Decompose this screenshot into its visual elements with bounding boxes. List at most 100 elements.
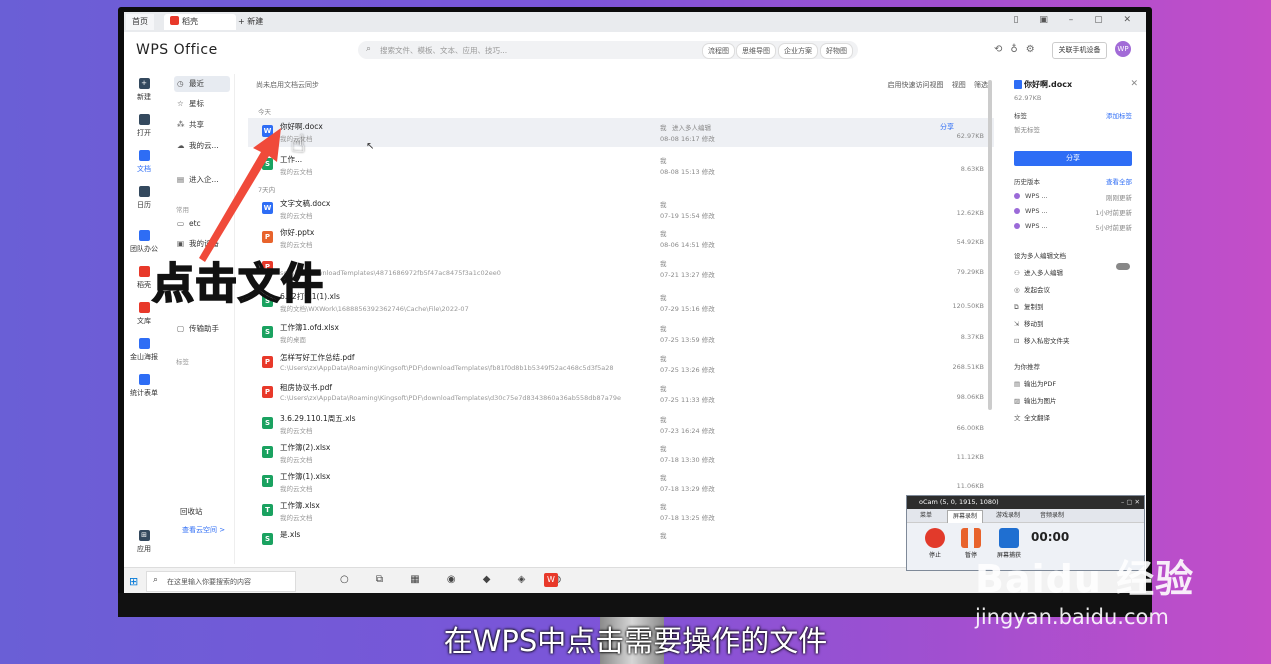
- close-icon[interactable]: ✕: [1130, 79, 1138, 89]
- pill-solution[interactable]: 企业方案: [778, 43, 818, 59]
- wps-taskbar-icon[interactable]: W: [544, 573, 558, 587]
- move-private[interactable]: ⊡ 移入私密文件夹: [1014, 335, 1070, 345]
- rail-docs[interactable]: 文档: [124, 150, 164, 174]
- rail-open[interactable]: 打开: [124, 114, 164, 138]
- no-tag-text: 暂无标签: [1014, 126, 1040, 134]
- quick-view-toggle[interactable]: 启用快速访问视图: [888, 81, 944, 89]
- recycle-bin[interactable]: 回收站: [180, 506, 203, 517]
- taskbar-search[interactable]: ⌕ 在这里输入你要搜索的内容: [146, 571, 296, 592]
- view-button[interactable]: 视图: [952, 81, 966, 89]
- rail-apps[interactable]: ⊞ 应用: [124, 530, 164, 554]
- filter-button[interactable]: 筛选: [974, 81, 988, 89]
- copy-to[interactable]: ⧉ 复制到: [1014, 301, 1044, 312]
- cloud-space-link[interactable]: 查看云空间 >: [182, 525, 225, 535]
- sync-hint[interactable]: 尚未启用文档云同步: [256, 80, 319, 90]
- export-image[interactable]: ▨ 输出为图片: [1014, 395, 1057, 405]
- start-meeting[interactable]: ◎ 发起会议: [1014, 284, 1050, 294]
- list-scrollbar[interactable]: [988, 80, 992, 410]
- file-row[interactable]: P 租房协议书.pdf C:\Users\zx\AppData\Roaming\Ki…: [248, 379, 994, 408]
- windows-start-icon[interactable]: ⊞: [129, 575, 138, 588]
- avatar[interactable]: WP: [1115, 41, 1131, 57]
- pill-goods[interactable]: 好物图: [820, 43, 853, 59]
- pill-flowchart[interactable]: 流程图: [702, 43, 735, 59]
- version-row[interactable]: WPS ... 1小时前更新: [1014, 207, 1132, 219]
- file-row[interactable]: S 是.xls 我: [248, 526, 994, 555]
- detail-title: 你好啊.docx: [1024, 80, 1073, 89]
- ocam-tab-menu[interactable]: 菜单: [915, 510, 937, 522]
- file-row[interactable]: T 工作簿(2).xlsx 我的云文档 我 07-18 13:30 修改 11.12KB: [248, 439, 994, 468]
- file-date: 07-25 13:26 修改: [660, 366, 715, 374]
- file-row[interactable]: Psoft\PDF\downloadTemplates\4871686972fb…: [248, 254, 994, 283]
- multi-edit-toggle[interactable]: [1116, 263, 1130, 270]
- version-row[interactable]: WPS ... 5小时前更新: [1014, 222, 1132, 234]
- cloud-icon: ☁: [177, 141, 185, 150]
- rail-poster[interactable]: 金山海报: [124, 338, 164, 362]
- file-row[interactable]: S 工作... 我的云文档我 08-08 15:13 修改 8.63KB: [248, 151, 994, 180]
- file-name[interactable]: 工作簿(2).xlsx: [280, 442, 330, 453]
- file-size: 11.12KB: [956, 453, 984, 461]
- close-icon[interactable]: – ▢ ✕: [1121, 496, 1140, 509]
- tab-docer[interactable]: 稻壳: [164, 14, 236, 30]
- taskbar-apps[interactable]: ○ ⧉ ▦ ◉ ◆ ◈ ◍: [340, 574, 573, 585]
- file-name[interactable]: 怎样写好工作总结.pdf: [280, 352, 355, 363]
- baidu-watermark: Baidu 经验 jingyan.baidu.com: [975, 548, 1194, 629]
- ocam-stop-button[interactable]: 停止: [921, 528, 949, 559]
- file-row[interactable]: S 工作簿1.ofd.xlsx 我的桌面 我 07-25 13:59 修改 8.37KB: [248, 319, 994, 348]
- file-size: 62.97KB: [956, 132, 984, 140]
- enter-multi-edit[interactable]: ⚇ 进入多人编辑: [1014, 267, 1063, 277]
- pill-mindmap[interactable]: 思维导图: [736, 43, 776, 59]
- list-tools[interactable]: 启用快速访问视图 视图 筛选: [888, 80, 988, 90]
- search-bar[interactable]: ⌕ 搜索文件、模板、文本、应用、技巧... 流程图 思维导图 企业方案 好物图: [358, 41, 858, 59]
- nav-star[interactable]: ☆ 星标: [174, 96, 230, 112]
- multi-edit-setting: 设为多人编辑文档: [1014, 252, 1066, 260]
- file-name[interactable]: 工作簿.xlsx: [280, 500, 320, 511]
- rail-calendar[interactable]: 日历: [124, 186, 164, 210]
- file-path: 我的云文档: [280, 456, 313, 464]
- link-phone-button[interactable]: 关联手机设备: [1052, 42, 1107, 59]
- tab-home[interactable]: 首页: [126, 14, 154, 30]
- version-row[interactable]: WPS ... 刚刚更新: [1014, 192, 1132, 204]
- file-row[interactable]: S 6.22打包1(1).xls 我的文档\WXWork\1688856392362…: [248, 288, 994, 317]
- search-input[interactable]: 搜索文件、模板、文本、应用、技巧...: [380, 45, 507, 56]
- apps-icon: ⊞: [138, 530, 150, 541]
- file-row[interactable]: W 文字文稿.docx 我的云文档我 07-19 15:54 修改 12.62KB: [248, 195, 994, 224]
- multi-edit-link[interactable]: 进入多人编辑: [672, 122, 711, 132]
- file-size: 11.06KB: [956, 482, 984, 490]
- file-row[interactable]: P 你好.pptx 我的云文档我 08-06 14:51 修改 54.92KB: [248, 224, 994, 253]
- file-row[interactable]: S 3.6.29.110.1周五.xls 我的云文档 我 07-23 16:24 修改 6…: [248, 410, 994, 439]
- rail-docer-label: 稻壳: [137, 281, 151, 289]
- file-size: 79.29KB: [956, 268, 984, 276]
- rail-new[interactable]: + 新建: [124, 78, 164, 102]
- file-row[interactable]: P 怎样写好工作总结.pdf C:\Users\zx\AppData\Roaming…: [248, 349, 994, 378]
- ocam-tab-audio[interactable]: 音频录制: [1035, 510, 1069, 522]
- export-pdf[interactable]: ▤ 输出为PDF: [1014, 378, 1056, 388]
- file-list: 尚未启用文档云同步 启用快速访问视图 视图 筛选 今天 7天内 W 你好啊.doc…: [248, 74, 994, 589]
- move-to[interactable]: ⇲ 移动到: [1014, 318, 1044, 328]
- translate[interactable]: 文全文翻译: [1014, 412, 1050, 422]
- enter-multi-edit-label: 进入多人编辑: [1024, 269, 1063, 277]
- file-name[interactable]: 工作簿1.ofd.xlsx: [280, 322, 339, 333]
- share-button[interactable]: 分享: [1014, 151, 1132, 166]
- new-tab-button[interactable]: + 新建: [232, 14, 269, 30]
- file-name[interactable]: 3.6.29.110.1周五.xls: [280, 413, 356, 424]
- file-name[interactable]: 工作簿(1).xlsx: [280, 471, 330, 482]
- file-name[interactable]: 是.xls: [280, 529, 300, 540]
- file-row[interactable]: T 工作簿(1).xlsx 我的云文档 我 07-18 13:29 修改 11.06KB: [248, 468, 994, 497]
- file-row[interactable]: W 你好啊.docx 我的云文档我 08-08 16:17 修改 进入多人编辑 分享 62.…: [248, 118, 994, 147]
- left-rail: + 新建 打开 文档 日历 团队办公 稻壳 文库 金山海报 统计表单 ⊞ 应用: [124, 74, 164, 564]
- ocam-tab-game[interactable]: 游戏录制: [991, 510, 1025, 522]
- nav-transfer[interactable]: ▢ 传输助手: [174, 321, 230, 337]
- file-owner: 我: [660, 325, 667, 333]
- share-link[interactable]: 分享: [940, 122, 954, 132]
- rail-poster-label: 金山海报: [130, 353, 158, 361]
- view-all-link[interactable]: 查看全部: [1106, 176, 1132, 186]
- file-name[interactable]: 租房协议书.pdf: [280, 382, 332, 393]
- file-row[interactable]: T 工作簿.xlsx 我的云文档 我 07-18 13:25 修改: [248, 497, 994, 526]
- window-controls[interactable]: ▯ ▣ – ▢ ✕: [1014, 15, 1140, 25]
- add-tag-link[interactable]: 添加标签: [1106, 110, 1132, 120]
- nav-recent[interactable]: ◷ 最近: [174, 76, 230, 92]
- ocam-tab-screen[interactable]: 屏幕录制: [947, 510, 984, 523]
- rail-form[interactable]: 统计表单: [124, 374, 164, 398]
- header-icons[interactable]: ⟲♁⚙: [994, 44, 1043, 55]
- tab-docer-label: 稻壳: [182, 17, 198, 26]
